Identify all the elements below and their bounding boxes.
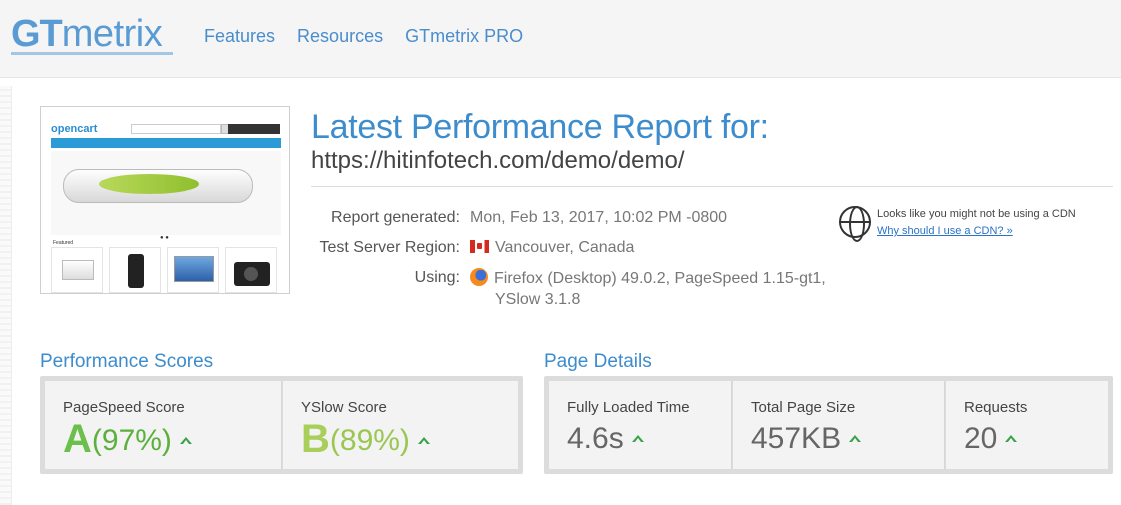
gtmetrix-logo[interactable]: GTmetrix: [11, 10, 163, 58]
pagespeed-score-box[interactable]: PageSpeed Score A(97%): [45, 381, 282, 469]
nav-gtmetrix-pro-link[interactable]: GTmetrix PRO: [405, 24, 523, 48]
fully-loaded-time-label: Fully Loaded Time: [567, 399, 690, 416]
site-screenshot-thumbnail[interactable]: opencart ● ● Featured: [40, 106, 290, 294]
fully-loaded-time-box[interactable]: Fully Loaded Time 4.6s: [549, 381, 732, 469]
thumb-product-monitor: [167, 247, 219, 293]
thumb-nav-bar: [51, 138, 281, 148]
using-label: Using:: [414, 269, 460, 286]
page-details-panel: Fully Loaded Time 4.6s Total Page Size 4…: [544, 376, 1113, 474]
total-page-size-label: Total Page Size: [751, 399, 856, 416]
using-value-wrap: Firefox (Desktop) 49.0.2, PageSpeed 1.15…: [470, 268, 826, 289]
thumb-featured-label: Featured: [53, 240, 74, 246]
thumb-search-box: [131, 124, 221, 134]
report-generated-label: Report generated:: [331, 209, 460, 226]
requests-box[interactable]: Requests 20: [946, 381, 1108, 469]
firefox-icon: [470, 268, 488, 286]
pagespeed-score-label: PageSpeed Score: [63, 399, 185, 416]
yslow-percent: (89%): [329, 424, 410, 457]
divider: [311, 186, 1113, 187]
fully-loaded-time-wrap: 4.6s: [567, 419, 644, 464]
server-region-value: Vancouver, Canada: [495, 239, 635, 256]
thumb-product-phone: [109, 247, 161, 293]
thumb-hero-leaf: [99, 174, 199, 194]
report-title: Latest Performance Report for:: [311, 108, 769, 146]
performance-scores-panel: PageSpeed Score A(97%) YSlow Score B(89%…: [40, 376, 523, 474]
pagespeed-score-value: A(97%): [63, 419, 192, 466]
using-value-line1: Firefox (Desktop) 49.0.2, PageSpeed 1.15…: [494, 270, 826, 287]
cdn-notice-text: Looks like you might not be using a CDN: [877, 208, 1076, 220]
thumb-site-logo: opencart: [51, 123, 98, 135]
nav-resources-link[interactable]: Resources: [297, 24, 383, 48]
yslow-score-label: YSlow Score: [301, 399, 387, 416]
up-arrow-icon: [1005, 435, 1018, 442]
total-page-size-box[interactable]: Total Page Size 457KB: [733, 381, 945, 469]
up-arrow-icon: [417, 437, 430, 444]
pagespeed-grade: A: [63, 417, 92, 461]
left-rail: [0, 86, 12, 505]
total-page-size-value: 457KB: [751, 422, 842, 455]
performance-scores-title: Performance Scores: [40, 351, 214, 372]
server-region-value-wrap: Vancouver, Canada: [470, 238, 634, 258]
fully-loaded-time-value: 4.6s: [567, 422, 624, 455]
up-arrow-icon: [631, 435, 644, 442]
page-details-title: Page Details: [544, 351, 652, 372]
main-nav: Features Resources GTmetrix PRO: [204, 24, 545, 48]
using-value-line2: YSlow 3.1.8: [495, 291, 581, 308]
logo-gt: GT: [11, 13, 63, 55]
logo-underline: [11, 52, 173, 55]
requests-label: Requests: [964, 399, 1028, 416]
up-arrow-icon: [849, 435, 862, 442]
server-region-label: Test Server Region:: [319, 239, 460, 256]
yslow-score-box[interactable]: YSlow Score B(89%): [283, 381, 518, 469]
thumb-carousel-dots: ● ●: [160, 235, 169, 241]
yslow-score-value: B(89%): [301, 419, 430, 466]
thumb-product-laptop: [51, 247, 103, 293]
canada-flag-icon: [470, 240, 489, 253]
logo-metrix: metrix: [61, 13, 163, 55]
yslow-grade: B: [301, 417, 330, 461]
thumb-cart-button: [228, 124, 280, 134]
requests-value: 20: [964, 422, 998, 455]
report-generated-value: Mon, Feb 13, 2017, 10:02 PM -0800: [470, 209, 728, 226]
up-arrow-icon: [179, 437, 192, 444]
report-url: https://hitinfotech.com/demo/demo/: [311, 147, 685, 174]
pagespeed-percent: (97%): [91, 424, 172, 457]
requests-wrap: 20: [964, 419, 1018, 464]
top-header: GTmetrix Features Resources GTmetrix PRO: [0, 0, 1121, 78]
total-page-size-wrap: 457KB: [751, 419, 862, 464]
globe-icon: [839, 206, 871, 242]
cdn-help-link[interactable]: Why should I use a CDN? »: [877, 225, 1013, 237]
nav-features-link[interactable]: Features: [204, 24, 275, 48]
